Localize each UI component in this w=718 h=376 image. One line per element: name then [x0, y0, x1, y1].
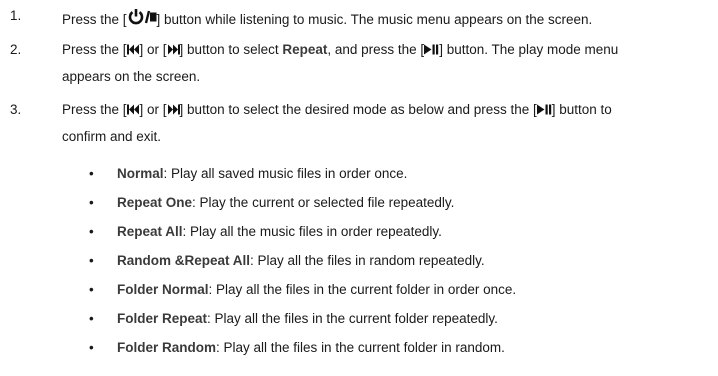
previous-icon — [126, 104, 139, 115]
mode-desc: : Play all saved music files in order on… — [163, 166, 408, 181]
step-text: Press the [ ] or [ ] button to select th… — [62, 102, 612, 117]
mode-desc: : Play all the files in the current fold… — [207, 311, 498, 326]
power-stop-icon — [128, 9, 157, 25]
step-number: 1. — [10, 8, 22, 23]
keyword-repeat: Repeat — [282, 42, 328, 57]
step-text: Press the [ ] button while listening to … — [62, 8, 592, 27]
manual-page: 1. Press the [ ] button while listening … — [0, 0, 718, 376]
step-continuation: appears on the screen. — [62, 69, 201, 84]
play-pause-icon — [424, 44, 439, 55]
previous-icon — [126, 44, 139, 55]
bullet: • — [89, 282, 94, 297]
step-number: 2. — [10, 42, 22, 57]
mode-desc: : Play the current or selected file repe… — [192, 195, 455, 210]
bullet: • — [89, 166, 94, 181]
play-pause-icon — [536, 104, 551, 115]
bullet: • — [89, 340, 94, 355]
mode-name: Random &Repeat All — [117, 253, 251, 268]
mode-name: Folder Random — [117, 340, 217, 355]
step-text: Press the [ ] or [ ] button to select Re… — [62, 42, 619, 57]
bullet: • — [89, 311, 94, 326]
mode-name: Repeat All — [117, 224, 183, 239]
mode-name: Folder Repeat — [117, 311, 208, 326]
mode-desc: : Play all the files in the current fold… — [216, 340, 505, 355]
next-icon — [167, 44, 180, 55]
mode-desc: : Play all the music files in order repe… — [182, 224, 442, 239]
mode-desc: : Play all the files in random repeatedl… — [250, 253, 485, 268]
step-continuation: confirm and exit. — [62, 129, 162, 144]
next-icon — [167, 104, 180, 115]
bullet: • — [89, 224, 94, 239]
step-number: 3. — [10, 102, 22, 117]
bullet: • — [89, 253, 94, 268]
mode-name: Folder Normal — [117, 282, 209, 297]
mode-desc: : Play all the files in the current fold… — [208, 282, 517, 297]
bullet: • — [89, 195, 94, 210]
mode-name: Normal — [117, 166, 164, 181]
mode-name: Repeat One — [117, 195, 193, 210]
